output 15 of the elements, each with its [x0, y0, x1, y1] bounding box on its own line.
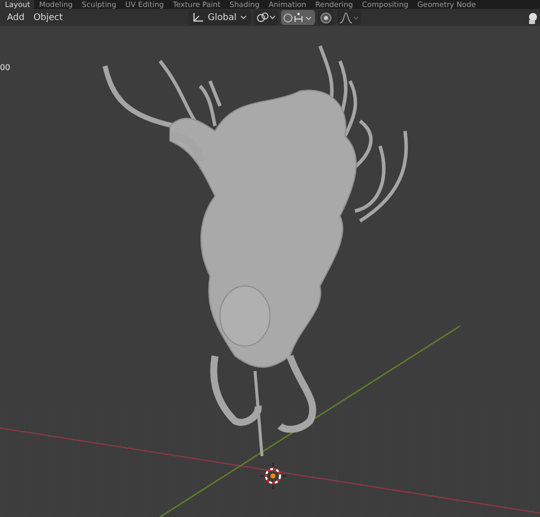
snap-icon — [283, 12, 314, 24]
caret-icon — [240, 15, 248, 20]
viewport-overlay-text: 00 — [0, 63, 10, 72]
3d-cursor-icon — [260, 462, 286, 490]
falloff-dropdown[interactable] — [337, 10, 362, 25]
header-menu[interactable]: Add — [3, 12, 28, 22]
header-menu[interactable]: Object — [29, 12, 67, 22]
transform-orientation-dropdown[interactable]: Global — [188, 10, 252, 25]
link-icon — [256, 12, 276, 23]
pivot-dropdown[interactable] — [254, 10, 278, 25]
falloff-curve-icon — [339, 12, 360, 24]
axes-icon — [192, 12, 204, 23]
target-icon — [320, 12, 332, 24]
proportional-editing-button[interactable] — [318, 10, 334, 25]
snap-button[interactable] — [281, 10, 316, 25]
